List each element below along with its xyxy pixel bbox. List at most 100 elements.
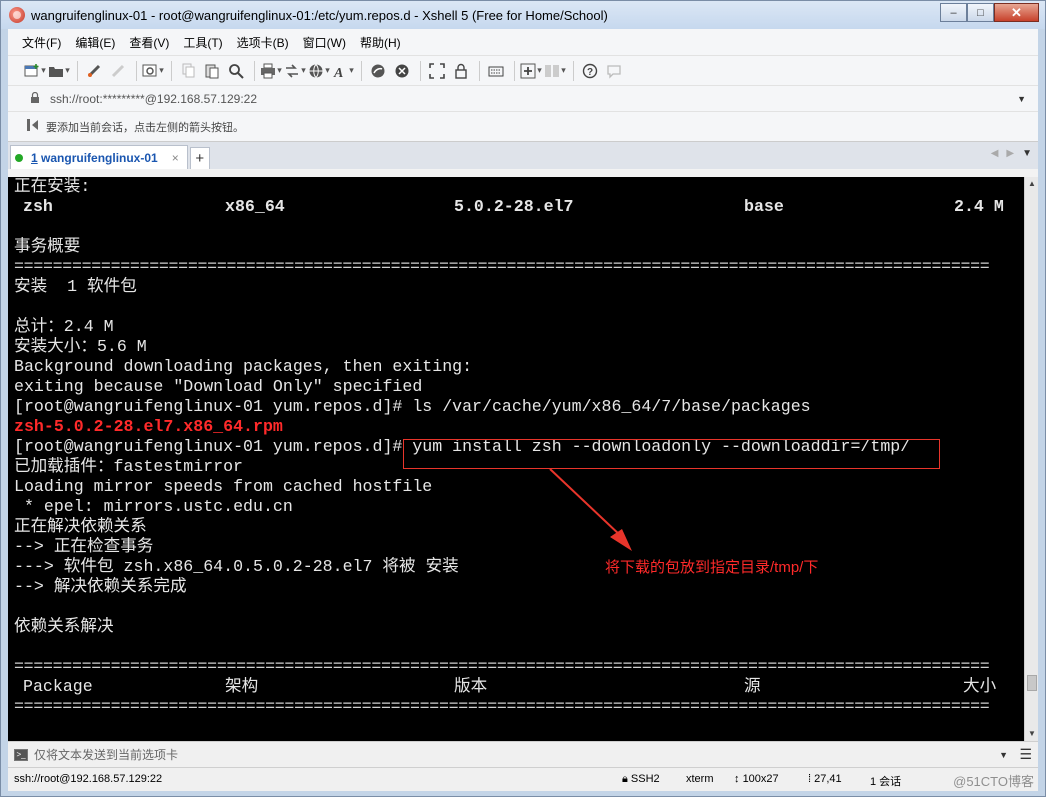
toolbar-separator bbox=[361, 60, 362, 81]
terminal-line: 安装 1 软件包 bbox=[14, 277, 137, 296]
terminal-line: 正在安装: bbox=[14, 177, 91, 196]
add-icon[interactable] bbox=[520, 60, 542, 82]
disconnect-icon[interactable] bbox=[107, 60, 129, 82]
find-icon[interactable] bbox=[225, 60, 247, 82]
scroll-thumb[interactable] bbox=[1027, 675, 1037, 691]
watermark: @51CTO博客 bbox=[953, 774, 1034, 789]
copy-icon[interactable] bbox=[177, 60, 199, 82]
properties-icon[interactable] bbox=[142, 60, 164, 82]
open-folder-icon[interactable] bbox=[48, 60, 70, 82]
close-button[interactable]: ✕ bbox=[994, 3, 1039, 22]
col-version: 版本 bbox=[454, 677, 488, 696]
layout-icon[interactable] bbox=[544, 60, 566, 82]
session-hint-bar: 要添加当前会话，点击左侧的箭头按钮。 bbox=[8, 111, 1038, 141]
status-cursor: ⁞ 27,41 bbox=[808, 773, 842, 785]
padlock-icon bbox=[28, 91, 42, 106]
xftp-icon[interactable] bbox=[367, 60, 389, 82]
svg-text:?: ? bbox=[587, 67, 593, 78]
menu-edit[interactable]: 编辑(E) bbox=[75, 34, 115, 51]
globe-icon[interactable] bbox=[308, 60, 330, 82]
terminal-line: 安装大小：5.6 M bbox=[14, 337, 147, 356]
fullscreen-icon[interactable] bbox=[426, 60, 448, 82]
maximize-button[interactable]: □ bbox=[967, 3, 994, 22]
chat-icon[interactable] bbox=[603, 60, 625, 82]
lock-icon[interactable] bbox=[450, 60, 472, 82]
font-icon[interactable]: A bbox=[332, 60, 354, 82]
tab-label: 1 wangruifenglinux-01 bbox=[31, 151, 158, 165]
toolbar-separator bbox=[171, 60, 172, 81]
terminal-screen[interactable]: 正在安装: zsh x86_64 5.0.2-28.el7 base 2.4 M… bbox=[8, 177, 1024, 741]
terminal-rule: ========================================… bbox=[14, 657, 990, 676]
menu-window[interactable]: 窗口(W) bbox=[303, 34, 346, 51]
col-arch: 架构 bbox=[225, 677, 259, 696]
status-bar: ssh://root@192.168.57.129:22 🔒︎ SSH2 xte… bbox=[8, 767, 1038, 791]
new-session-icon[interactable] bbox=[24, 60, 46, 82]
menu-help[interactable]: 帮助(H) bbox=[360, 34, 401, 51]
col-package: Package bbox=[23, 677, 93, 696]
terminal-rpm-file: zsh-5.0.2-28.el7.x86_64.rpm bbox=[14, 417, 283, 436]
vertical-scrollbar[interactable]: ▲ ▼ bbox=[1024, 177, 1038, 741]
print-icon[interactable] bbox=[260, 60, 282, 82]
toolbar-separator bbox=[573, 60, 574, 81]
status-terminal-type: xterm bbox=[686, 773, 714, 785]
address-field[interactable]: ssh://root:*********@192.168.57.129:22 ▼ bbox=[22, 89, 1032, 109]
menu-tabs[interactable]: 选项卡(B) bbox=[237, 34, 289, 51]
tab-number: 1 bbox=[31, 150, 38, 165]
status-protocol: 🔒︎ SSH2 bbox=[622, 773, 660, 786]
tab-next-icon[interactable]: ▶ bbox=[1006, 148, 1014, 159]
package-version: 5.0.2-28.el7 bbox=[454, 197, 574, 216]
tab-title: wangruifenglinux-01 bbox=[37, 150, 158, 165]
add-session-arrow-icon[interactable] bbox=[26, 118, 40, 135]
chevron-down-icon[interactable]: ▼ bbox=[1017, 94, 1026, 104]
toolbar-separator bbox=[254, 60, 255, 81]
terminal-rule: ========================================… bbox=[14, 697, 990, 716]
terminal-line: * epel: mirrors.ustc.edu.cn bbox=[14, 497, 293, 516]
xshell-logo-icon bbox=[9, 7, 25, 23]
scroll-up-icon[interactable]: ▲ bbox=[1025, 177, 1039, 191]
terminal-line: [root@wangruifenglinux-01 yum.repos.d]# … bbox=[14, 397, 811, 416]
keyboard-icon[interactable] bbox=[485, 60, 507, 82]
minimize-button[interactable]: – bbox=[940, 3, 967, 22]
annotation-arrow-icon bbox=[549, 468, 632, 551]
shell-prompt: [root@wangruifenglinux-01 yum.repos.d]# bbox=[14, 437, 403, 456]
reconnect-icon[interactable] bbox=[83, 60, 105, 82]
toolbar-separator bbox=[77, 60, 78, 81]
toolbar-separator bbox=[136, 60, 137, 81]
compose-bar: >_ 仅将文本发送到当前选项卡 ▼ ☰ bbox=[8, 741, 1038, 767]
new-tab-button[interactable]: + bbox=[189, 147, 210, 169]
menu-bar: 文件(F) 编辑(E) 查看(V) 工具(T) 选项卡(B) 窗口(W) 帮助(… bbox=[8, 29, 1038, 55]
menu-tools[interactable]: 工具(T) bbox=[183, 34, 222, 51]
paste-icon[interactable] bbox=[201, 60, 223, 82]
status-sessions: 1 会话 bbox=[870, 776, 902, 788]
menu-file[interactable]: 文件(F) bbox=[22, 34, 61, 51]
menu-view[interactable]: 查看(V) bbox=[129, 34, 169, 51]
resize-icon: ↕ bbox=[734, 773, 740, 785]
tab-session-1[interactable]: 1 wangruifenglinux-01 × bbox=[10, 145, 188, 169]
window-controls: – □ ✕ bbox=[940, 3, 1039, 22]
window-title: wangruifenglinux-01 - root@wangruifengli… bbox=[31, 7, 608, 23]
package-size: 2.4 M bbox=[954, 197, 1004, 216]
tab-bar: 1 wangruifenglinux-01 × + ◀ ▶ ▼ bbox=[8, 141, 1038, 169]
toolbar-separator bbox=[479, 60, 480, 81]
help-icon[interactable]: ? bbox=[579, 60, 601, 82]
terminal-line: --> 解决依赖关系完成 bbox=[14, 577, 187, 596]
col-size: 大小 bbox=[963, 677, 997, 696]
terminal-line: exiting because "Download Only" specifie… bbox=[14, 377, 423, 396]
title-bar[interactable]: wangruifenglinux-01 - root@wangruifengli… bbox=[1, 1, 1045, 29]
terminal-line: --> 正在检查事务 bbox=[14, 537, 154, 556]
hamburger-menu-icon[interactable]: ☰ bbox=[1019, 746, 1032, 763]
tab-close-icon[interactable]: × bbox=[172, 151, 179, 165]
terminal-line: 事务概要 bbox=[14, 237, 81, 256]
annotation-text: 将下载的包放到指定目录/tmp/下 bbox=[605, 559, 819, 576]
compose-input[interactable]: 仅将文本发送到当前选项卡 bbox=[34, 746, 178, 763]
tab-prev-icon[interactable]: ◀ bbox=[991, 148, 999, 159]
scroll-down-icon[interactable]: ▼ bbox=[1025, 727, 1039, 741]
chevron-down-icon[interactable]: ▼ bbox=[999, 750, 1008, 760]
tab-list-icon[interactable]: ▼ bbox=[1022, 148, 1032, 159]
transfer-icon[interactable] bbox=[284, 60, 306, 82]
xmanager-icon[interactable] bbox=[391, 60, 413, 82]
command-highlight-box bbox=[403, 439, 940, 469]
terminal-prompt-icon: >_ bbox=[14, 748, 28, 761]
